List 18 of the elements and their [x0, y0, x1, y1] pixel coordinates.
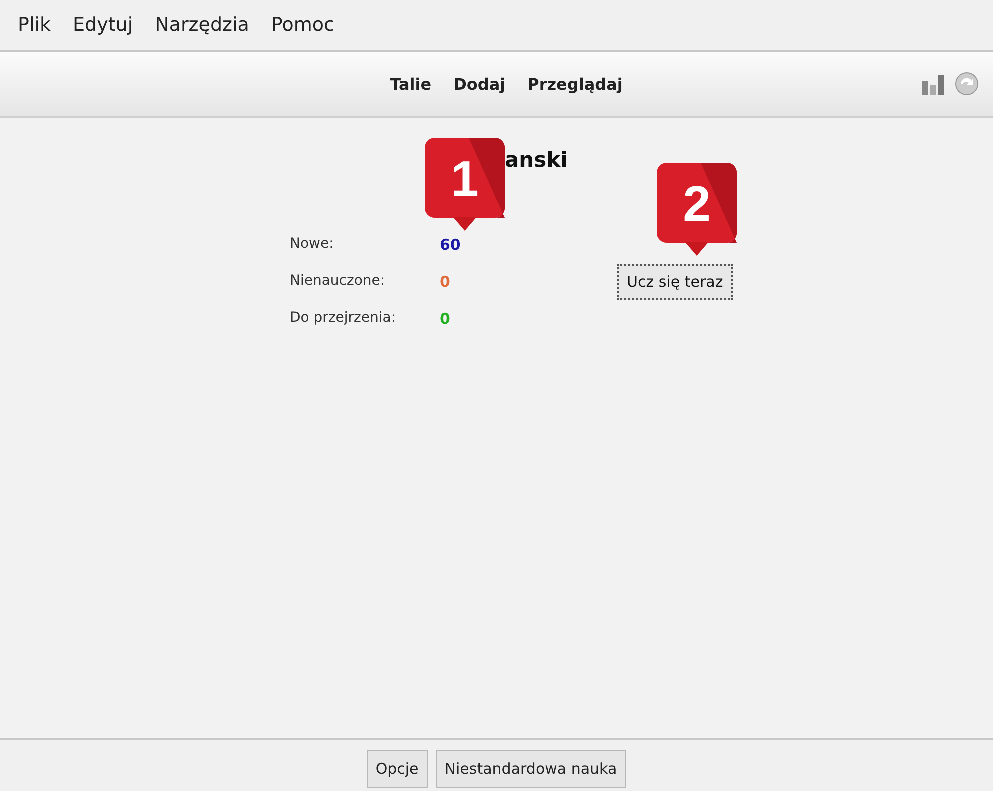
stat-label: Do przejrzenia: [290, 310, 398, 328]
stat-value: 0 [440, 273, 452, 291]
stat-value: 60 [440, 236, 461, 254]
toolbar-link[interactable]: Przeglądaj [528, 74, 623, 94]
stat-label: Nowe: [290, 236, 335, 254]
sync-icon[interactable] [955, 72, 979, 96]
menu-item[interactable]: Edytuj [73, 14, 134, 36]
menu-item[interactable]: Narzędzia [155, 14, 250, 36]
stat-label: Nienauczone: [290, 273, 386, 291]
toolbar-link[interactable]: Talie [390, 74, 432, 94]
stat-value: 0 [440, 310, 452, 328]
deck-title: anski [505, 148, 568, 172]
menu-item[interactable]: Pomoc [271, 14, 334, 36]
bottom-button[interactable]: Opcje [366, 750, 428, 788]
toolbar-link[interactable]: Dodaj [454, 74, 506, 94]
bottom-button[interactable]: Niestandardowa nauka [436, 750, 626, 788]
study-button[interactable]: Ucz się teraz [617, 264, 734, 300]
menu-item[interactable]: Plik [18, 14, 52, 36]
